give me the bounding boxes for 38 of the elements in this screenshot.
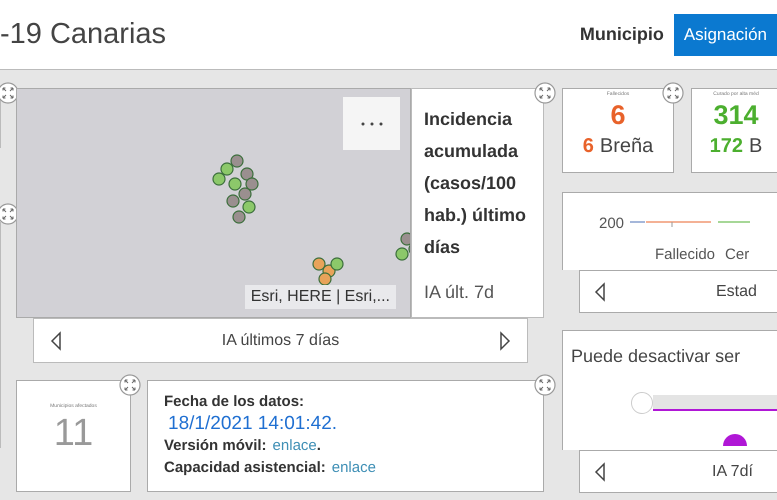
kpi-detail-label: Breña <box>600 134 654 158</box>
kpi-detail-value: 6 <box>582 134 594 158</box>
filter-text: Puede desactivar ser <box>571 345 742 368</box>
kpi-detail-label: B <box>749 134 762 158</box>
punctuation: . <box>316 436 321 456</box>
expand-icon[interactable] <box>534 374 556 396</box>
link[interactable]: enlace <box>332 457 376 479</box>
kpi-value: 314 <box>713 98 759 130</box>
header-tab[interactable]: Asignación <box>674 14 777 56</box>
axis-tick-label: 200 <box>599 214 624 234</box>
category-label: Cer <box>725 244 750 264</box>
map-attribution: Esri, HERE | Esri,... <box>244 285 396 309</box>
expand-icon[interactable] <box>662 82 684 104</box>
expand-icon[interactable] <box>119 374 141 396</box>
filter-nav-label: IA 7dí <box>712 462 753 482</box>
map-nav-label: IA últimos 7 días <box>222 330 340 350</box>
expand-icon[interactable] <box>534 82 556 104</box>
category-label: Fallecido <box>655 244 716 264</box>
date-label: Fecha de los datos: <box>164 392 306 412</box>
header-tab[interactable]: Municipio <box>578 14 666 56</box>
link-label: Capacidad asistencial: <box>164 458 326 478</box>
date-value: 18/1/2021 14:01:42. <box>168 413 338 435</box>
kpi-detail-value: 172 <box>710 134 744 158</box>
kpi-value: 6 <box>610 98 626 130</box>
legend-marker-icon <box>723 434 747 446</box>
previous-arrow-icon[interactable] <box>594 462 606 482</box>
link-label: Versión móvil: <box>164 436 267 456</box>
legend-layer-label: IA últ. 7d <box>424 281 496 304</box>
count-value: 11 <box>54 410 94 454</box>
previous-arrow-icon[interactable] <box>594 282 606 302</box>
previous-arrow-icon[interactable] <box>50 330 62 350</box>
slider-thumb[interactable] <box>631 392 653 414</box>
more-icon <box>360 122 382 126</box>
dashboard-title: -19 Canarias <box>0 16 166 52</box>
next-arrow-icon[interactable] <box>498 330 511 350</box>
link[interactable]: enlace <box>272 435 317 457</box>
chart-nav-label: Estad <box>716 282 757 302</box>
legend-title: Incidencia acumulada (casos/100 hab.) último días <box>424 108 527 259</box>
